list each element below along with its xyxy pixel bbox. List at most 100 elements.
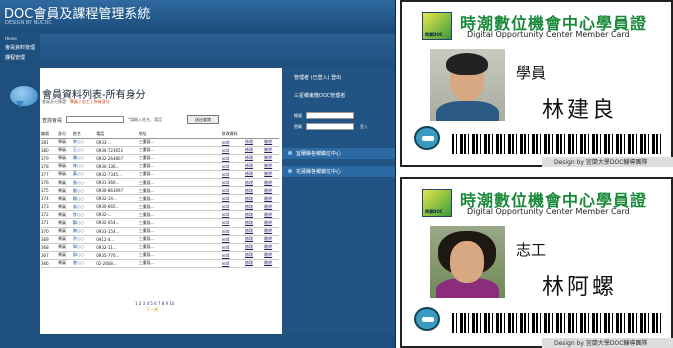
row-edit-link[interactable]: edit (221, 210, 245, 220)
row-address: 三重區... (138, 194, 222, 204)
row-id: 366 (41, 259, 58, 269)
pagination[interactable]: 1 2 3 4 5 6 7 8 9 10 (135, 301, 174, 306)
speech-bubble-icon (10, 86, 38, 108)
row-edit-link[interactable]: edit (221, 154, 245, 163)
row-modify-link[interactable]: 修改 (245, 162, 265, 171)
region-link-yilan[interactable]: 宜蘭縣各鄉鎮位中心 (282, 148, 395, 159)
row-modify-link[interactable]: 修改 (245, 218, 265, 228)
row-id: 368 (41, 243, 58, 252)
row-delete-link[interactable]: 刪除 (264, 251, 279, 260)
row-phone: 0932-054... (96, 218, 139, 228)
row-modify-link[interactable]: 修改 (245, 227, 265, 236)
row-name-link[interactable]: 林○○ (72, 162, 97, 171)
row-modify-link[interactable]: 修改 (245, 178, 265, 188)
row-edit-link[interactable]: edit (221, 251, 245, 260)
row-name-link[interactable]: 王○○ (72, 146, 97, 155)
row-delete-link[interactable]: 刪除 (264, 235, 279, 244)
row-delete-link[interactable]: 刪除 (264, 170, 279, 179)
row-modify-link[interactable]: 修改 (245, 154, 265, 163)
row-phone: 0932-... (96, 210, 139, 220)
row-name-link[interactable]: 李○○ (72, 138, 97, 147)
row-modify-link[interactable]: 修改 (245, 186, 265, 196)
row-modify-link[interactable]: 修改 (245, 170, 265, 179)
row-id: 370 (41, 227, 58, 236)
region-link-hualien[interactable]: 花蓮縣各鄉鎮位中心 (282, 166, 395, 177)
row-delete-link[interactable]: 刪除 (264, 202, 279, 212)
table-row: 370 學員 謝○○ 0933-154... 三重區... edit 修改 刪除 (41, 227, 279, 236)
row-delete-link[interactable]: 刪除 (264, 178, 279, 188)
password-label: 密碼 (294, 124, 302, 129)
row-role: 學員 (58, 178, 73, 188)
row-edit-link[interactable]: edit (221, 178, 245, 188)
row-name-link[interactable]: 曾○○ (72, 259, 97, 269)
table-row: 375 學員 劉○○ 0930-863097 三重區... edit 修改 刪除 (41, 186, 279, 196)
mascot-icon (414, 126, 440, 150)
sidebar-item-members[interactable]: 會員資料管理 (5, 44, 40, 51)
row-edit-link[interactable]: edit (221, 138, 245, 147)
row-edit-link[interactable]: edit (221, 259, 245, 269)
row-modify-link[interactable]: 修改 (245, 202, 265, 212)
row-name-link[interactable]: 劉○○ (72, 186, 97, 196)
row-edit-link[interactable]: edit (221, 235, 245, 244)
row-edit-link[interactable]: edit (221, 186, 245, 196)
row-name-link[interactable]: 楊○○ (72, 194, 97, 204)
sidebar-home-link[interactable]: Home (5, 36, 40, 41)
row-modify-link[interactable]: 修改 (245, 259, 265, 269)
table-row: 381 學員 李○○ 0933-... 三重區... edit 修改 刪除 (41, 138, 279, 147)
row-modify-link[interactable]: 修改 (245, 243, 265, 252)
table-row: 376 學員 張○○ 0931-366... 三重區... edit 修改 刪除 (41, 178, 279, 188)
password-field[interactable] (306, 123, 354, 130)
search-button[interactable]: 送出查詢 (187, 115, 219, 124)
row-id: 373 (41, 202, 58, 212)
row-address: 三重區... (138, 259, 222, 269)
row-edit-link[interactable]: edit (221, 227, 245, 236)
row-delete-link[interactable]: 刪除 (264, 227, 279, 236)
row-name-link[interactable]: 郭○○ (72, 243, 97, 252)
row-name-link[interactable]: 謝○○ (72, 227, 97, 236)
row-delete-link[interactable]: 刪除 (264, 154, 279, 163)
row-delete-link[interactable]: 刪除 (264, 218, 279, 228)
role-filter-links[interactable]: 學員 | 志工 | 所有身分 (70, 99, 110, 104)
search-input[interactable] (66, 116, 124, 123)
row-name-link[interactable]: 許○○ (72, 210, 97, 220)
row-address: 三重區... (138, 138, 222, 147)
column-header: 電話 (96, 131, 139, 139)
row-delete-link[interactable]: 刪除 (264, 162, 279, 171)
account-field[interactable] (306, 112, 354, 119)
row-edit-link[interactable]: edit (221, 170, 245, 179)
row-modify-link[interactable]: 修改 (245, 251, 265, 260)
row-name-link[interactable]: 黃○○ (72, 170, 97, 179)
row-edit-link[interactable]: edit (221, 162, 245, 171)
row-name-link[interactable]: 邱○○ (72, 251, 97, 260)
row-edit-link[interactable]: edit (221, 146, 245, 155)
row-modify-link[interactable]: 修改 (245, 210, 265, 220)
row-modify-link[interactable]: 修改 (245, 138, 265, 147)
row-name-link[interactable]: 吳○○ (72, 202, 97, 212)
row-delete-link[interactable]: 刪除 (264, 243, 279, 252)
row-modify-link[interactable]: 修改 (245, 194, 265, 204)
row-edit-link[interactable]: edit (221, 218, 245, 228)
row-delete-link[interactable]: 刪除 (264, 146, 279, 155)
row-delete-link[interactable]: 刪除 (264, 259, 279, 269)
row-name-link[interactable]: 鄭○○ (72, 218, 97, 228)
row-modify-link[interactable]: 修改 (245, 146, 265, 155)
column-header (245, 131, 265, 139)
row-delete-link[interactable]: 刪除 (264, 186, 279, 196)
row-delete-link[interactable]: 刪除 (264, 210, 279, 220)
card-role: 學員 (516, 64, 547, 82)
row-role: 學員 (58, 251, 73, 260)
row-name-link[interactable]: 張○○ (72, 178, 97, 188)
row-edit-link[interactable]: edit (221, 243, 245, 252)
sidebar-item-courses[interactable]: 課程管理 (5, 54, 40, 61)
row-edit-link[interactable]: edit (221, 194, 245, 204)
row-name-link[interactable]: 陳○○ (72, 154, 97, 163)
row-modify-link[interactable]: 修改 (245, 235, 265, 244)
row-name-link[interactable]: 洪○○ (72, 235, 97, 244)
next-page-link[interactable]: 下一頁 (146, 307, 158, 313)
card-subtitle: Digital Opportunity Center Member Card (467, 207, 630, 216)
row-delete-link[interactable]: 刪除 (264, 138, 279, 147)
row-edit-link[interactable]: edit (221, 202, 245, 212)
login-button[interactable]: 登入 (360, 124, 368, 130)
row-delete-link[interactable]: 刪除 (264, 194, 279, 204)
card-name: 林建良 (542, 98, 618, 123)
